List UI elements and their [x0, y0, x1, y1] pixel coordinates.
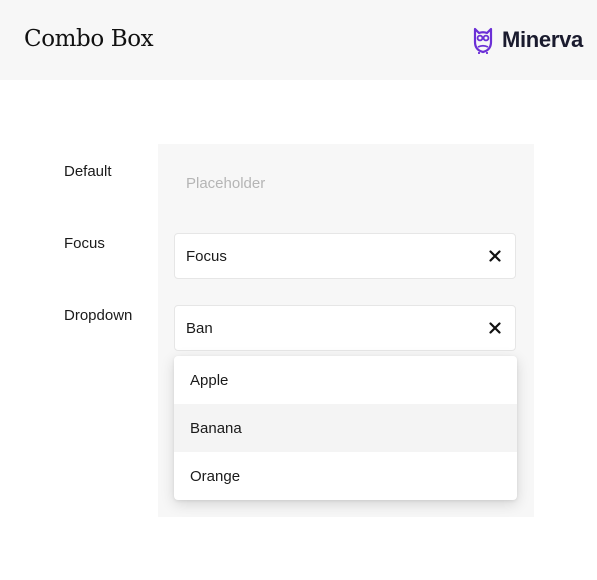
option-label: Orange: [190, 467, 241, 485]
row-label-focus: Focus: [64, 235, 105, 252]
dropdown-option-banana[interactable]: Banana: [174, 404, 517, 452]
combo-box-dropdown[interactable]: Ban: [174, 305, 516, 351]
row-label-dropdown: Dropdown: [64, 307, 133, 324]
option-label: Banana: [190, 419, 242, 437]
combo-box-focus[interactable]: Focus: [174, 233, 516, 279]
close-icon: [489, 322, 501, 334]
page-title: Combo Box: [24, 26, 154, 52]
option-label: Apple: [190, 371, 229, 389]
dropdown-menu: Apple Banana Orange: [174, 356, 517, 500]
combo-box-value: Focus: [186, 247, 227, 265]
brand-name: Minerva: [501, 27, 583, 52]
owl-logo-icon: [473, 27, 493, 54]
header-bar: Combo Box Minerva: [0, 0, 597, 80]
combo-box-default[interactable]: Placeholder: [174, 160, 516, 206]
combo-box-value: Ban: [186, 319, 213, 337]
dropdown-option-apple[interactable]: Apple: [174, 356, 517, 404]
clear-button[interactable]: [487, 248, 503, 264]
combo-box-placeholder: Placeholder: [186, 174, 266, 192]
dropdown-option-orange[interactable]: Orange: [174, 452, 517, 500]
row-label-default: Default: [64, 163, 112, 180]
close-icon: [489, 250, 501, 262]
clear-button[interactable]: [487, 320, 503, 336]
brand-logo: Minerva: [470, 24, 583, 56]
